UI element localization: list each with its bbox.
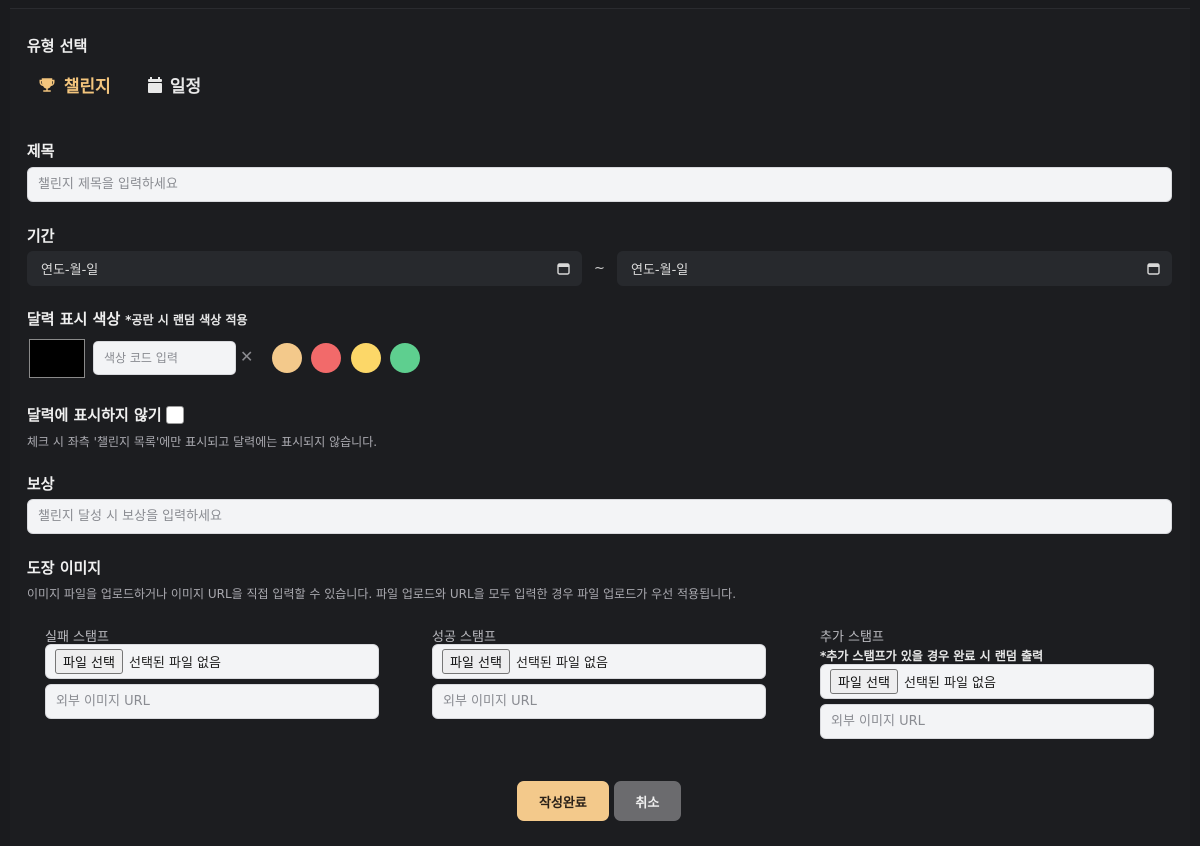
fail-stamp-title: 실패 스탬프 bbox=[45, 630, 109, 645]
color-preset-yellow[interactable] bbox=[351, 343, 381, 373]
type-section-label: 유형 선택 bbox=[27, 37, 88, 55]
hide-calendar-description: 체크 시 좌측 '챌린지 목록'에만 표시되고 달력에는 표시되지 않습니다. bbox=[27, 435, 378, 449]
color-code-input[interactable] bbox=[93, 341, 236, 375]
color-preset-peach[interactable] bbox=[272, 343, 302, 373]
success-stamp-title: 성공 스탬프 bbox=[432, 630, 496, 645]
calendar-icon bbox=[148, 76, 162, 93]
stamp-section-label: 도장 이미지 bbox=[27, 559, 102, 577]
tab-schedule-label: 일정 bbox=[170, 77, 202, 97]
start-date-placeholder: 연도-월-일 bbox=[41, 263, 99, 278]
success-stamp-file-status: 선택된 파일 없음 bbox=[515, 656, 608, 671]
success-stamp-url-input[interactable] bbox=[432, 684, 766, 719]
stamp-section-description: 이미지 파일을 업로드하거나 이미지 URL을 직접 입력할 수 있습니다. 파… bbox=[27, 587, 737, 601]
tab-schedule[interactable]: 일정 bbox=[148, 72, 201, 97]
extra-stamp-url-input[interactable] bbox=[820, 704, 1154, 739]
hide-calendar-checkbox[interactable] bbox=[165, 405, 184, 424]
color-preset-green[interactable] bbox=[390, 343, 420, 373]
extra-stamp-title: 추가 스탬프 bbox=[820, 630, 884, 645]
fail-stamp-url-input[interactable] bbox=[45, 684, 379, 719]
fail-stamp-file-button[interactable]: 파일 선택 bbox=[55, 649, 123, 674]
extra-stamp-file-status: 선택된 파일 없음 bbox=[903, 676, 996, 691]
color-section-label: 달력 표시 색상 bbox=[27, 310, 121, 328]
title-label: 제목 bbox=[27, 142, 55, 160]
color-picker-swatch[interactable] bbox=[29, 339, 85, 378]
extra-stamp-file-button[interactable]: 파일 선택 bbox=[830, 669, 898, 694]
tab-challenge[interactable]: 챌린지 bbox=[38, 72, 111, 97]
color-preset-red[interactable] bbox=[311, 343, 341, 373]
period-label: 기간 bbox=[27, 227, 55, 245]
success-stamp-file-button[interactable]: 파일 선택 bbox=[442, 649, 510, 674]
extra-stamp-note: *추가 스탬프가 있을 경우 완료 시 랜덤 출력 bbox=[820, 649, 1044, 663]
reward-input[interactable] bbox=[27, 499, 1172, 534]
submit-button[interactable]: 작성완료 bbox=[517, 781, 609, 821]
end-date-input[interactable]: 연도-월-일 bbox=[617, 251, 1172, 286]
color-section-note: *공란 시 랜덤 색상 적용 bbox=[125, 313, 248, 327]
extra-stamp-file-input[interactable]: 파일 선택 선택된 파일 없음 bbox=[820, 664, 1154, 699]
cancel-button[interactable]: 취소 bbox=[614, 781, 681, 821]
title-input[interactable] bbox=[27, 167, 1172, 202]
fail-stamp-file-input[interactable]: 파일 선택 선택된 파일 없음 bbox=[45, 644, 379, 679]
challenge-form-panel: 유형 선택 챌린지 일정 제목 기간 연도-월-일 ~ 연도-월-일 bbox=[10, 8, 1190, 846]
trophy-icon bbox=[39, 77, 55, 92]
fail-stamp-file-status: 선택된 파일 없음 bbox=[128, 656, 221, 671]
period-separator: ~ bbox=[594, 261, 605, 276]
hide-calendar-row: 달력에 표시하지 않기 bbox=[27, 404, 184, 425]
success-stamp-file-input[interactable]: 파일 선택 선택된 파일 없음 bbox=[432, 644, 766, 679]
reward-label: 보상 bbox=[27, 475, 55, 493]
clear-color-icon[interactable]: ✕ bbox=[240, 347, 253, 366]
hide-calendar-label: 달력에 표시하지 않기 bbox=[27, 406, 162, 424]
tab-challenge-label: 챌린지 bbox=[64, 77, 111, 97]
start-date-input[interactable]: 연도-월-일 bbox=[27, 251, 582, 286]
calendar-icon bbox=[557, 263, 570, 275]
end-date-placeholder: 연도-월-일 bbox=[631, 263, 689, 278]
color-section-header: 달력 표시 색상 *공란 시 랜덤 색상 적용 bbox=[27, 308, 248, 329]
calendar-icon bbox=[1147, 263, 1160, 275]
